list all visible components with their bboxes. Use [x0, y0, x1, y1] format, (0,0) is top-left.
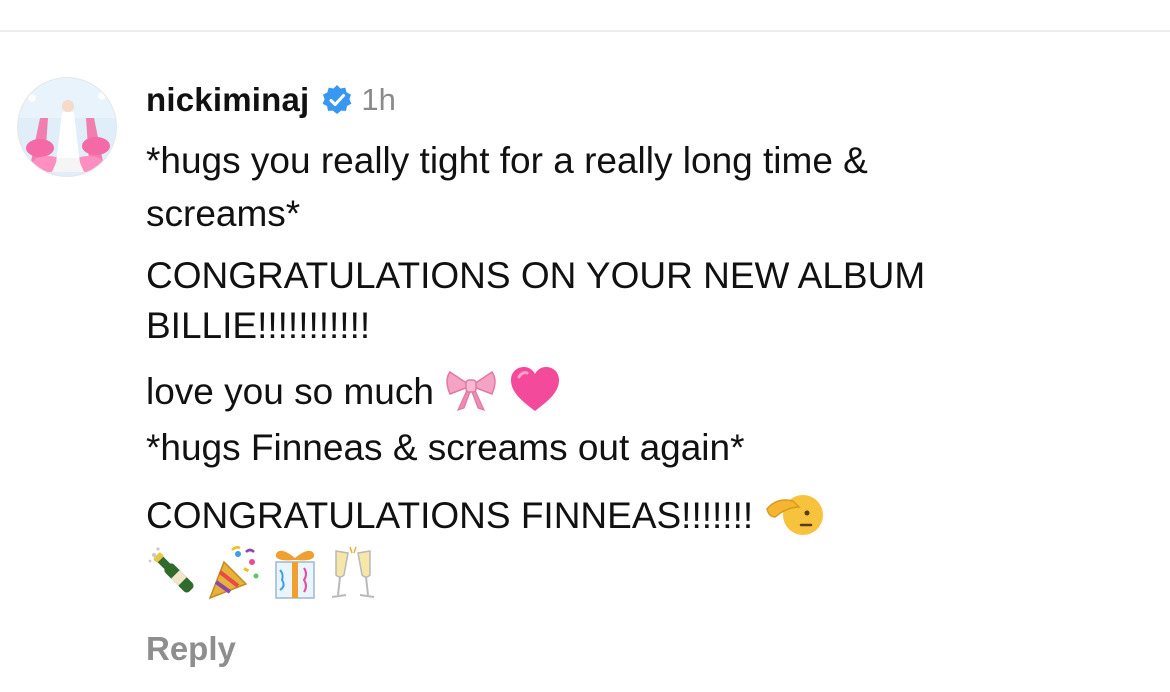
comment-line-6: *hugs Finneas & screams out again*	[146, 427, 745, 468]
comment-line-2: screams*	[146, 193, 301, 234]
comment-header: nickiminaj 1h	[146, 76, 396, 124]
emoji-row	[146, 544, 382, 607]
avatar-image	[18, 78, 116, 176]
comment-line-3: CONGRATULATIONS ON YOUR NEW ALBUM	[146, 255, 926, 296]
comment-line-4: BILLIE!!!!!!!!!!!	[146, 305, 371, 346]
comment-line-7: CONGRATULATIONS FINNEAS!!!!!!!	[146, 487, 825, 549]
verified-badge-icon	[321, 84, 353, 116]
timestamp: 1h	[361, 82, 396, 117]
reply-button[interactable]: Reply	[146, 630, 236, 668]
comment-line-5-text: love you so much	[146, 370, 434, 412]
saluting-face-emoji-icon	[763, 487, 825, 549]
pink-heart-emoji-icon	[509, 365, 561, 423]
bow-emoji-icon	[444, 366, 498, 422]
comment-line-1: *hugs you really tight for a really long…	[146, 140, 868, 181]
comment-line-5: love you so much	[146, 365, 561, 423]
avatar[interactable]	[18, 78, 116, 176]
top-divider	[0, 30, 1170, 32]
party-popper-emoji-icon	[204, 544, 264, 607]
wrapped-gift-emoji-icon	[266, 544, 324, 607]
username[interactable]: nickiminaj	[146, 81, 309, 119]
clinking-glasses-emoji-icon	[326, 545, 380, 606]
comment-line-7-text: CONGRATULATIONS FINNEAS!!!!!!!	[146, 494, 754, 536]
champagne-bottle-emoji-icon	[146, 545, 202, 606]
